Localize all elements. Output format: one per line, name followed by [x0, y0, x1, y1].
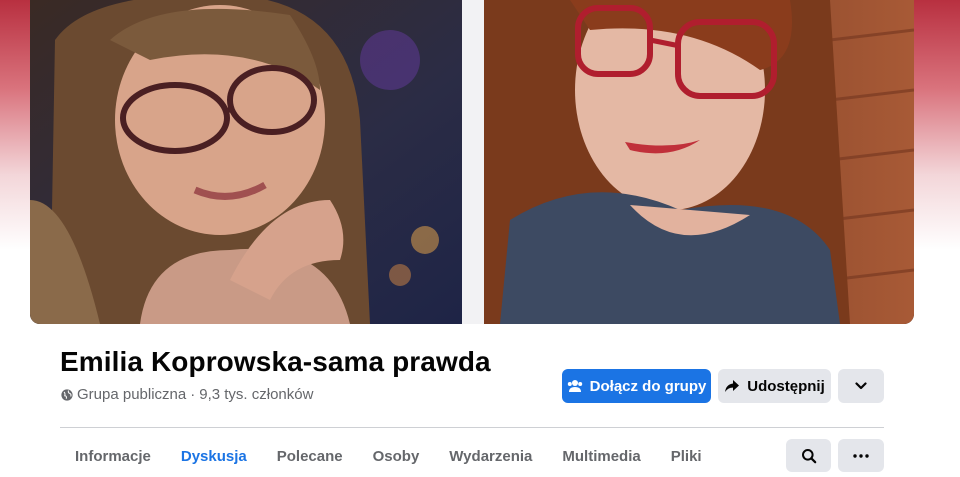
- group-meta: Grupa publiczna · 9,3 tys. członków: [61, 386, 313, 403]
- tab-osoby[interactable]: Osoby: [358, 434, 435, 477]
- privacy-label[interactable]: Grupa publiczna: [77, 386, 186, 403]
- tab-dyskusja[interactable]: Dyskusja: [166, 434, 262, 477]
- meta-separator: ·: [190, 386, 196, 403]
- tabs-more-button[interactable]: [838, 439, 884, 472]
- cover-photo-image: [30, 0, 914, 324]
- chevron-down-icon: [855, 382, 867, 390]
- join-group-button[interactable]: Dołącz do grupy: [562, 369, 711, 403]
- members-count[interactable]: 9,3 tys. członków: [199, 386, 313, 403]
- header-divider: [60, 427, 884, 428]
- share-button-label: Udostępnij: [747, 377, 825, 395]
- tab-pliki[interactable]: Pliki: [656, 434, 717, 477]
- tab-polecane[interactable]: Polecane: [262, 434, 358, 477]
- join-button-label: Dołącz do grupy: [589, 377, 707, 395]
- tab-informacje[interactable]: Informacje: [60, 434, 166, 477]
- globe-icon: [61, 388, 73, 401]
- tab-wydarzenia[interactable]: Wydarzenia: [434, 434, 547, 477]
- group-tabs: Informacje Dyskusja Polecane Osoby Wydar…: [60, 434, 717, 477]
- group-title[interactable]: Emilia Koprowska-sama prawda: [60, 346, 491, 378]
- cover-photo[interactable]: [30, 0, 914, 324]
- share-arrow-icon: [725, 380, 740, 392]
- more-dots-icon: [853, 453, 869, 458]
- more-options-button[interactable]: [838, 369, 884, 403]
- search-button[interactable]: [786, 439, 831, 472]
- share-button[interactable]: Udostępnij: [718, 369, 831, 403]
- people-icon: [567, 380, 582, 392]
- search-icon: [801, 448, 816, 463]
- tab-multimedia[interactable]: Multimedia: [547, 434, 655, 477]
